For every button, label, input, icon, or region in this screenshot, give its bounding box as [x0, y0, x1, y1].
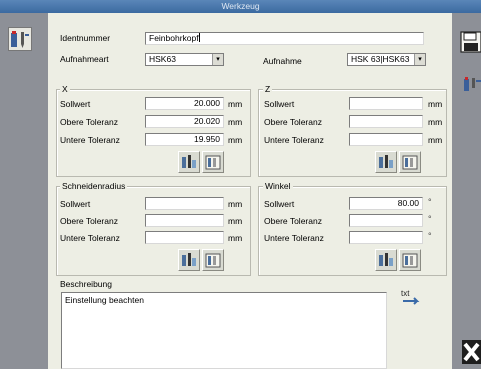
measure-button[interactable] — [375, 151, 397, 173]
z-sollwert-label: Sollwert — [264, 99, 295, 109]
identnummer-value: Feinbohrkopf — [149, 33, 199, 43]
group-x-title: X — [60, 84, 70, 94]
calculator-icon — [205, 253, 221, 268]
w-obere-label: Obere Toleranz — [264, 216, 322, 226]
group-winkel-title: Winkel — [263, 181, 293, 191]
measure-button[interactable] — [178, 249, 200, 271]
main-panel: Identnummer Feinbohrkopf Aufnahmeart HSK… — [48, 13, 452, 369]
beschreibung-label: Beschreibung — [60, 279, 112, 289]
unit-label: mm — [228, 99, 243, 109]
sr-sollwert-label: Sollwert — [60, 199, 91, 209]
aufnahme-value: HSK 63|HSK63 — [351, 54, 410, 64]
unit-label: mm — [228, 216, 243, 226]
identnummer-label: Identnummer — [60, 33, 111, 43]
beschreibung-text: Einstellung beachten — [65, 295, 144, 305]
left-toolbar — [0, 13, 48, 369]
edit-text-button[interactable]: txt — [399, 286, 423, 308]
degree-unit: ° — [428, 214, 432, 224]
measure-button[interactable] — [178, 151, 200, 173]
x-obere-input[interactable]: 20.020 — [145, 115, 224, 128]
degree-unit: ° — [428, 197, 432, 207]
calculator-icon — [402, 253, 418, 268]
save-icon[interactable] — [460, 31, 481, 53]
chevron-down-icon[interactable]: ▾ — [414, 54, 425, 65]
z-obere-label: Obere Toleranz — [264, 117, 322, 127]
group-z-title: Z — [263, 84, 273, 94]
aufnahme-select[interactable]: HSK 63|HSK63 ▾ — [347, 53, 426, 66]
measure-button[interactable] — [375, 249, 397, 271]
sr-obere-label: Obere Toleranz — [60, 216, 118, 226]
sr-untere-label: Untere Toleranz — [60, 233, 120, 243]
tool-icon[interactable] — [8, 27, 32, 51]
unit-label: mm — [428, 135, 443, 145]
measure-icon — [182, 155, 196, 168]
unit-label: mm — [428, 99, 443, 109]
calculator-button[interactable] — [399, 249, 421, 271]
unit-label: mm — [228, 135, 243, 145]
w-sollwert-input[interactable]: 80.00 — [349, 197, 423, 210]
sr-sollwert-input[interactable] — [145, 197, 224, 210]
unit-label: mm — [228, 233, 243, 243]
x-obere-label: Obere Toleranz — [60, 117, 118, 127]
w-sollwert-label: Sollwert — [264, 199, 295, 209]
tool-icon[interactable] — [462, 75, 481, 94]
w-obere-input[interactable] — [349, 214, 423, 227]
edit-text-icon: txt — [401, 289, 420, 305]
x-untere-input[interactable]: 19.950 — [145, 133, 224, 146]
measure-icon — [379, 253, 393, 266]
unit-label: mm — [428, 117, 443, 127]
aufnahmeart-value: HSK63 — [149, 54, 176, 64]
close-icon[interactable] — [462, 340, 481, 364]
aufnahmeart-select[interactable]: HSK63 ▾ — [145, 53, 224, 66]
right-toolbar — [452, 13, 481, 369]
w-untere-input[interactable] — [349, 231, 423, 244]
measure-icon — [379, 155, 393, 168]
unit-label: mm — [228, 117, 243, 127]
w-untere-label: Untere Toleranz — [264, 233, 324, 243]
x-sollwert-input[interactable]: 20.000 — [145, 97, 224, 110]
sr-untere-input[interactable] — [145, 231, 224, 244]
unit-label: mm — [228, 199, 243, 209]
text-caret — [198, 33, 200, 42]
calculator-button[interactable] — [202, 151, 224, 173]
calculator-button[interactable] — [399, 151, 421, 173]
measure-icon — [182, 253, 196, 266]
beschreibung-textarea[interactable]: Einstellung beachten — [61, 292, 387, 369]
calculator-icon — [205, 155, 221, 170]
degree-unit: ° — [428, 231, 432, 241]
group-schneidenradius-title: Schneidenradius — [60, 181, 128, 191]
window-title: Werkzeug — [0, 0, 481, 13]
identnummer-input[interactable]: Feinbohrkopf — [145, 32, 424, 45]
chevron-down-icon[interactable]: ▾ — [212, 54, 223, 65]
z-sollwert-input[interactable] — [349, 97, 423, 110]
calculator-icon — [402, 155, 418, 170]
aufnahmeart-label: Aufnahmeart — [60, 54, 109, 64]
z-untere-input[interactable] — [349, 133, 423, 146]
x-sollwert-label: Sollwert — [60, 99, 91, 109]
x-untere-label: Untere Toleranz — [60, 135, 120, 145]
aufnahme-label: Aufnahme — [263, 56, 302, 66]
z-untere-label: Untere Toleranz — [264, 135, 324, 145]
svg-text:txt: txt — [401, 289, 410, 298]
calculator-button[interactable] — [202, 249, 224, 271]
z-obere-input[interactable] — [349, 115, 423, 128]
sr-obere-input[interactable] — [145, 214, 224, 227]
